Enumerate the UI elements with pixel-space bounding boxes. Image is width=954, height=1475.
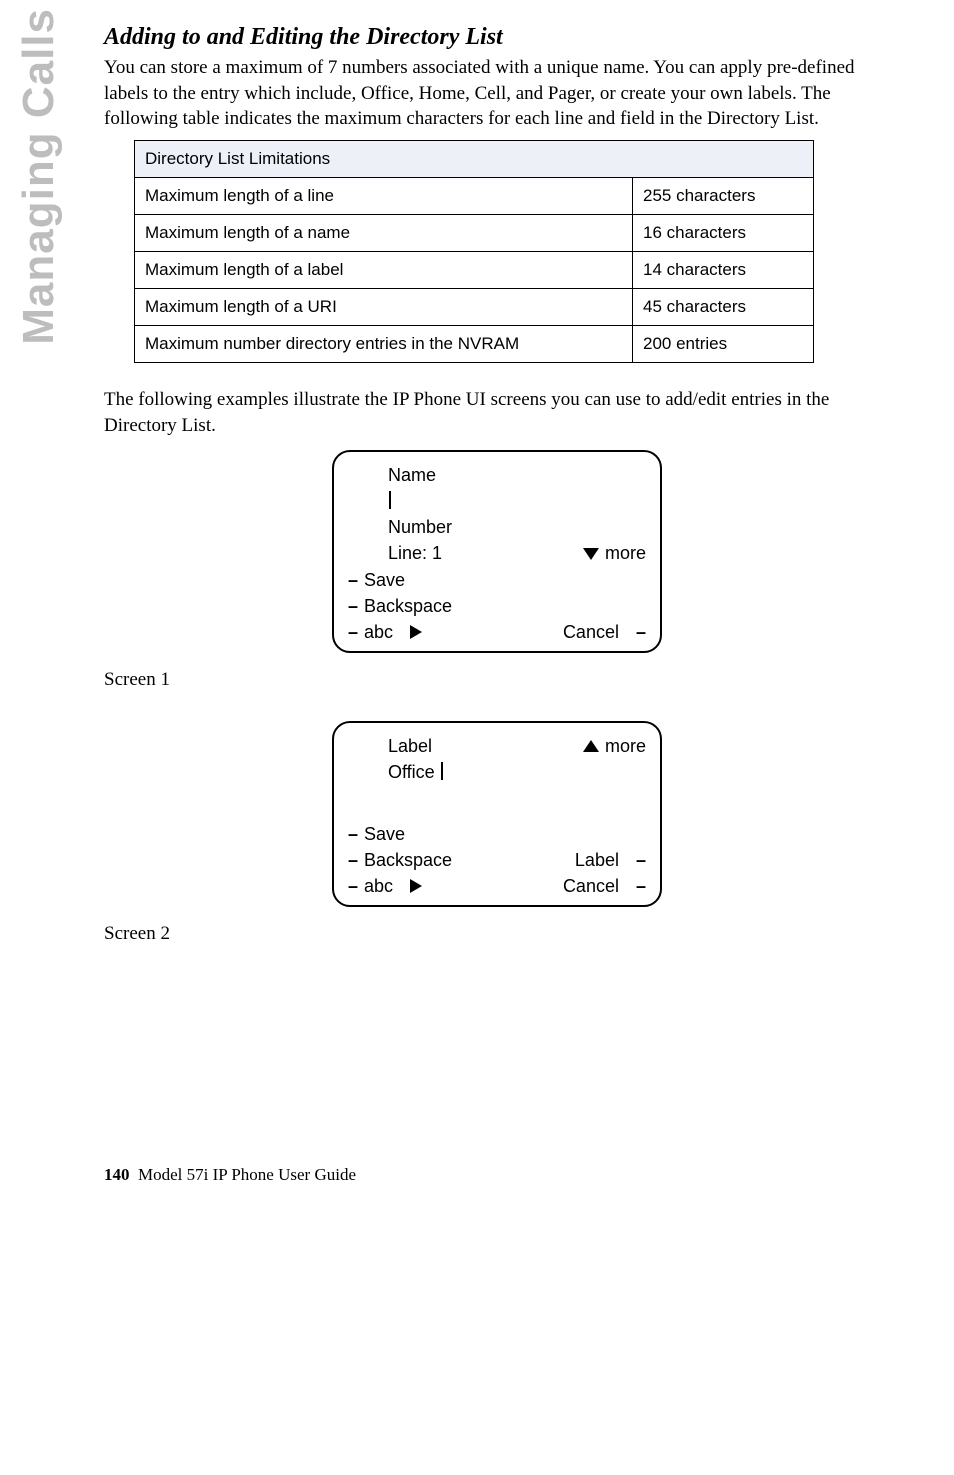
screen2-wrap: Label more Office –Save –Backspace Label…: [104, 721, 890, 907]
lcd1-save-label: Save: [364, 567, 405, 593]
table-cell-right: 16 characters: [633, 214, 814, 251]
limits-table: Directory List Limitations Maximum lengt…: [134, 140, 814, 363]
lcd1-abc-label: abc: [364, 619, 393, 645]
table-cell-left: Maximum length of a URI: [135, 288, 633, 325]
lcd1-more-softkey[interactable]: more: [583, 540, 646, 566]
lcd-screen-2: Label more Office –Save –Backspace Label…: [332, 721, 662, 907]
lcd2-label-label: Label: [348, 733, 432, 759]
intro-paragraph: You can store a maximum of 7 numbers ass…: [104, 55, 890, 132]
table-cell-left: Maximum number directory entries in the …: [135, 325, 633, 362]
screen1-caption: Screen 1: [104, 669, 890, 691]
lcd1-cancel-softkey[interactable]: Cancel –: [563, 619, 646, 645]
page-number: 140: [104, 1165, 130, 1184]
lcd1-number-label: Number: [348, 514, 452, 540]
table-row: Maximum number directory entries in the …: [135, 325, 814, 362]
after-table-paragraph: The following examples illustrate the IP…: [104, 387, 890, 438]
lcd2-abc-label: abc: [364, 873, 393, 899]
lcd1-cursor: [348, 488, 391, 514]
lcd2-labelkey-softkey[interactable]: Label –: [575, 847, 646, 873]
lcd1-abc-softkey[interactable]: –abc: [348, 619, 422, 645]
table-header: Directory List Limitations: [135, 140, 814, 177]
page-footer: 140 Model 57i IP Phone User Guide: [104, 1165, 890, 1185]
lcd1-save-softkey[interactable]: –Save: [348, 567, 405, 593]
triangle-down-icon: [583, 548, 599, 560]
table-row: Maximum length of a name 16 characters: [135, 214, 814, 251]
lcd1-backspace-softkey[interactable]: –Backspace: [348, 593, 452, 619]
lcd2-cancel-softkey[interactable]: Cancel –: [563, 873, 646, 899]
lcd2-abc-softkey[interactable]: –abc: [348, 873, 422, 899]
table-cell-left: Maximum length of a name: [135, 214, 633, 251]
lcd2-backspace-softkey[interactable]: –Backspace: [348, 847, 452, 873]
lcd2-more-label: more: [605, 733, 646, 759]
table-row: Maximum length of a line 255 characters: [135, 177, 814, 214]
lcd2-office-value: Office: [348, 759, 443, 785]
lcd1-cancel-label: Cancel: [563, 619, 619, 645]
section-title: Adding to and Editing the Directory List: [104, 24, 890, 51]
lcd-screen-1: Name Number Line: 1 more –Save –Backspac…: [332, 450, 662, 653]
lcd1-line-label: Line: 1: [348, 540, 442, 566]
lcd2-save-label: Save: [364, 821, 405, 847]
screen2-caption: Screen 2: [104, 923, 890, 945]
table-cell-right: 45 characters: [633, 288, 814, 325]
lcd1-backspace-label: Backspace: [364, 593, 452, 619]
table-row: Maximum length of a URI 45 characters: [135, 288, 814, 325]
table-cell-right: 255 characters: [633, 177, 814, 214]
table-cell-right: 14 characters: [633, 251, 814, 288]
lcd2-save-softkey[interactable]: –Save: [348, 821, 405, 847]
lcd2-cancel-label: Cancel: [563, 873, 619, 899]
table-cell-right: 200 entries: [633, 325, 814, 362]
lcd2-backspace-label: Backspace: [364, 847, 452, 873]
table-cell-left: Maximum length of a line: [135, 177, 633, 214]
footer-title: Model 57i IP Phone User Guide: [138, 1165, 356, 1184]
triangle-right-icon: [410, 625, 422, 639]
triangle-right-icon: [410, 879, 422, 893]
lcd1-name-label: Name: [348, 462, 436, 488]
table-cell-left: Maximum length of a label: [135, 251, 633, 288]
table-row: Maximum length of a label 14 characters: [135, 251, 814, 288]
triangle-up-icon: [583, 740, 599, 752]
lcd1-more-label: more: [605, 540, 646, 566]
lcd2-labelkey-label: Label: [575, 847, 619, 873]
screen1-wrap: Name Number Line: 1 more –Save –Backspac…: [104, 450, 890, 653]
side-tab: Managing Calls: [14, 8, 64, 345]
lcd2-more-softkey[interactable]: more: [583, 733, 646, 759]
